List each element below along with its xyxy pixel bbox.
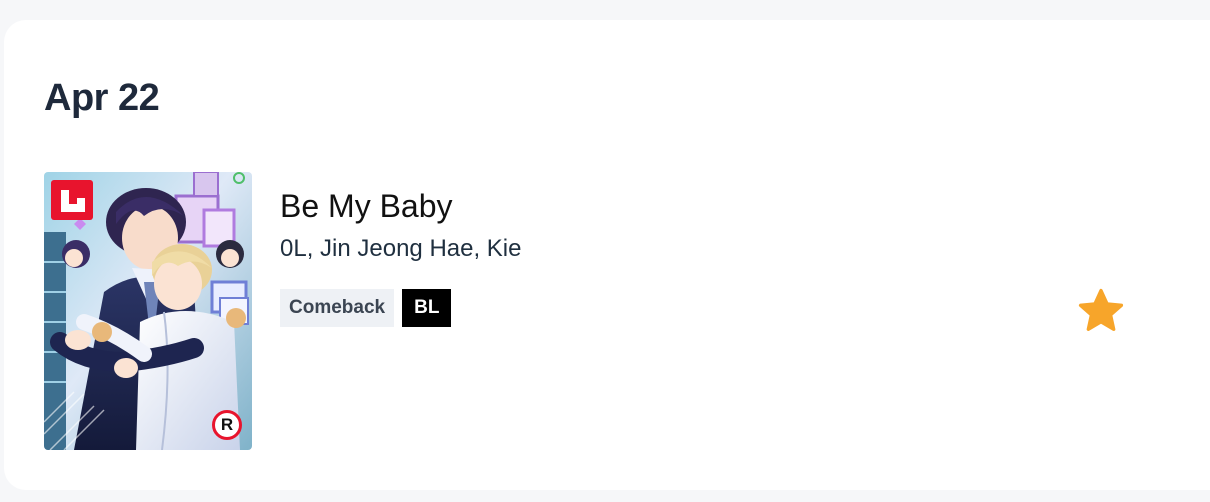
tag-bl[interactable]: BL [402,289,452,327]
authors: 0L, Jin Jeong Hae, Kie [280,235,522,262]
cover-image[interactable]: R [44,172,252,450]
tag-list: Comeback BL [280,289,522,327]
schedule-card: Apr 22 R Be My Baby 0L, Jin Jeong Hae, K… [4,20,1210,490]
entry-info: Be My Baby 0L, Jin Jeong Hae, Kie Comeba… [280,188,522,327]
date-heading: Apr 22 [44,77,160,119]
tag-comeback[interactable]: Comeback [280,289,395,327]
rating-badge: R [212,410,242,440]
favorite-star-button[interactable] [1076,288,1126,336]
star-icon [1078,288,1124,331]
publisher-logo-icon [51,180,93,220]
title[interactable]: Be My Baby [280,188,522,225]
rating-badge-label: R [220,415,234,434]
